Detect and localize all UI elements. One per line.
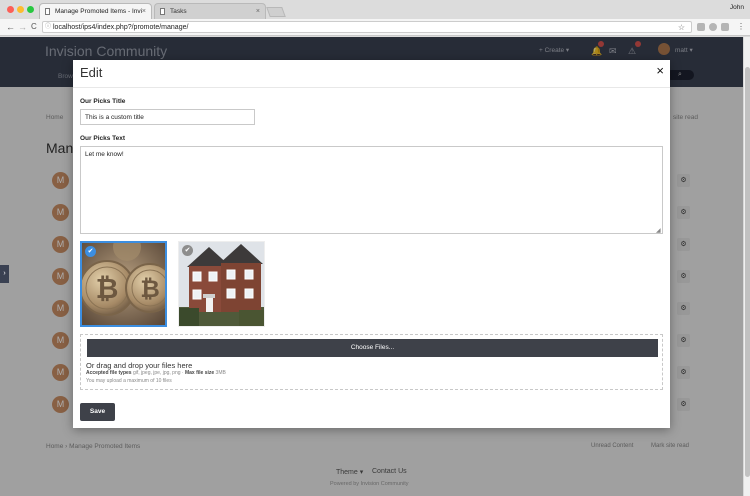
max-size-value: 3MB <box>215 370 226 376</box>
back-arrow-icon[interactable]: ← <box>6 21 15 33</box>
max-upload-note: You may upload a maximum of 10 files <box>86 378 172 384</box>
accepted-file-types: Accepted file types gif, jpeg, jpe, jpg,… <box>86 370 226 376</box>
url-bar[interactable]: ⓘ localhost/ips4/index.php?/promote/mana… <box>42 21 692 33</box>
save-button[interactable]: Save <box>80 403 115 421</box>
tab-label: Manage Promoted Items - Invi <box>55 8 143 15</box>
divider <box>73 87 670 88</box>
close-tab-icon[interactable]: × <box>256 4 260 19</box>
picks-text-label: Our Picks Text <box>80 135 126 142</box>
extension-icon[interactable] <box>721 23 729 31</box>
edit-dialog: Edit × Our Picks Title Our Picks Text Le… <box>73 60 670 428</box>
forward-arrow-icon[interactable]: → <box>18 21 27 33</box>
browser-menu-icon[interactable]: ⋮ <box>737 21 745 33</box>
browser-profile-name[interactable]: John <box>730 4 744 11</box>
file-upload-dropzone[interactable]: Choose Files... Or drag and drop your fi… <box>80 334 663 390</box>
image-option-bitcoin[interactable]: ✔ ₿ ₿ <box>80 241 167 327</box>
minimize-window-button[interactable] <box>17 6 24 13</box>
reload-icon[interactable]: C <box>31 21 37 33</box>
scrollbar-thumb[interactable] <box>745 67 750 477</box>
resize-handle-icon[interactable]: ◢ <box>656 227 661 234</box>
browser-toolbar: ← → C ⓘ localhost/ips4/index.php?/promot… <box>0 19 750 36</box>
extension-icon[interactable] <box>709 23 717 31</box>
dialog-title: Edit <box>80 65 103 80</box>
brick-house-image <box>179 242 264 326</box>
accepted-types-value: gif, jpeg, jpe, jpg, png <box>132 370 181 376</box>
checkmark-icon: ✔ <box>182 245 193 256</box>
document-icon <box>45 8 50 15</box>
url-text: localhost/ips4/index.php?/promote/manage… <box>53 24 189 31</box>
tab-tasks[interactable]: Tasks × <box>154 3 266 19</box>
checkmark-icon: ✔ <box>85 246 96 257</box>
chevron-right-icon[interactable]: › <box>0 265 9 283</box>
new-tab-button[interactable] <box>266 7 286 17</box>
picks-text-textarea[interactable]: Let me know! <box>80 146 663 234</box>
drag-drop-text: Or drag and drop your files here <box>86 361 193 370</box>
info-icon: ⓘ <box>45 24 52 30</box>
page-scrollbar[interactable] <box>743 37 750 496</box>
picks-title-input[interactable] <box>80 109 255 125</box>
extension-icon[interactable] <box>697 23 705 31</box>
tab-manage-promoted-items[interactable]: Manage Promoted Items - Invi × <box>39 3 152 19</box>
image-option-house[interactable]: ✔ <box>178 241 265 327</box>
svg-text:₿: ₿ <box>140 276 160 303</box>
tab-label: Tasks <box>170 8 187 15</box>
choose-files-button[interactable]: Choose Files... <box>87 339 658 357</box>
close-window-button[interactable] <box>7 6 14 13</box>
max-size-label: Max file size <box>184 370 215 376</box>
maximize-window-button[interactable] <box>27 6 34 13</box>
close-icon[interactable]: × <box>656 63 664 79</box>
document-icon <box>160 8 165 15</box>
browser-titlebar: Manage Promoted Items - Invi × Tasks × J… <box>0 0 750 19</box>
accepted-types-label: Accepted file types <box>86 370 132 376</box>
bookmark-star-icon[interactable]: ☆ <box>678 22 685 33</box>
close-tab-icon[interactable]: × <box>142 4 146 19</box>
picks-title-label: Our Picks Title <box>80 98 126 105</box>
svg-text:₿: ₿ <box>96 273 119 304</box>
